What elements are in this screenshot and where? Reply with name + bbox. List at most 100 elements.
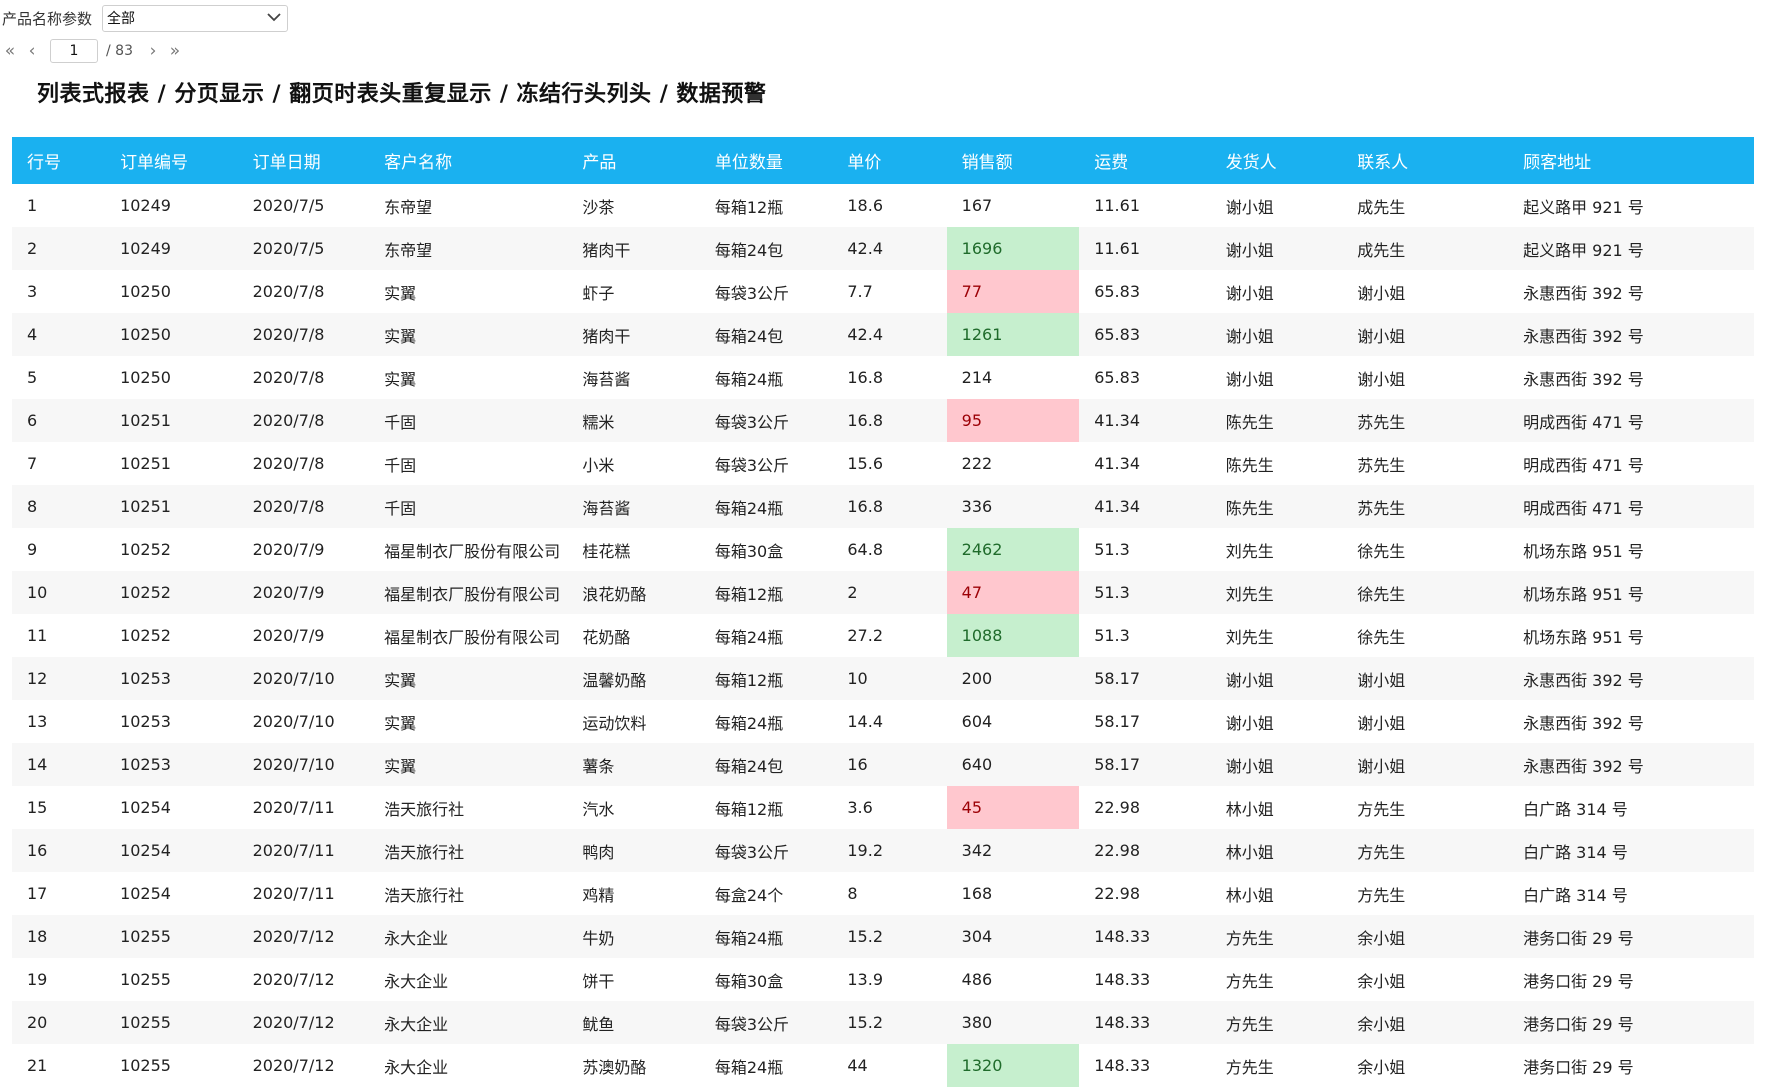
cell-shipper: 陈先生	[1225, 498, 1274, 518]
cell-sales-amount: 640	[961, 755, 993, 774]
cell-product: 花奶酪	[582, 627, 631, 647]
cell-freight: 51.3	[1094, 540, 1130, 559]
cell-unit-price: 2	[847, 583, 858, 602]
cell-order-date: 2020/7/9	[252, 540, 325, 559]
cell-contact: 余小姐	[1357, 1057, 1406, 1077]
cell-unit-price: 42.4	[847, 325, 883, 344]
cell-row-number: 11	[27, 626, 48, 645]
product-filter-select[interactable]: 全部	[102, 4, 289, 32]
cell-freight: 41.34	[1094, 411, 1140, 430]
cell-contact: 成先生	[1357, 197, 1406, 217]
product-filter-label: 产品名称参数	[2, 9, 93, 28]
table-row: 5 10250 2020/7/8 实翼 海苔酱 每箱24瓶 16.8 214 65.83 谢小姐 谢…	[12, 356, 1754, 399]
cell-unit-price: 10	[847, 669, 868, 688]
cell-sales-amount: 1320	[946, 1044, 1080, 1087]
cell-customer-name: 福星制衣厂股份有限公司	[384, 584, 561, 604]
cell-customer-name: 实翼	[384, 670, 417, 690]
cell-shipper: 刘先生	[1225, 541, 1274, 561]
cell-row-number: 8	[27, 497, 38, 516]
cell-customer-address: 港务口街 29 号	[1523, 971, 1634, 991]
cell-order-date: 2020/7/12	[252, 927, 335, 946]
cell-customer-name: 实翼	[384, 756, 417, 776]
cell-customer-name: 东帝望	[384, 240, 433, 260]
cell-customer-address: 港务口街 29 号	[1523, 1057, 1634, 1077]
report-table-container: 行号 订单编号 订单日期 客户名称 产品 单位数量 单价 销售额 运费 发货人 联系人 顾客地址 11…	[12, 137, 1754, 1087]
next-page-icon[interactable]: ›	[145, 41, 161, 61]
cell-row-number: 10	[27, 583, 48, 602]
cell-shipper: 刘先生	[1225, 627, 1274, 647]
cell-customer-name: 浩天旅行社	[384, 842, 465, 862]
cell-unit-price: 19.2	[847, 841, 883, 860]
cell-shipper: 方先生	[1225, 928, 1274, 948]
cell-order-id: 10250	[120, 325, 171, 344]
cell-freight: 11.61	[1094, 239, 1140, 258]
chevron-down-icon	[267, 11, 281, 26]
cell-freight: 22.98	[1094, 841, 1140, 860]
last-page-icon[interactable]: »	[167, 41, 183, 61]
cell-row-number: 9	[27, 540, 38, 559]
cell-customer-name: 永大企业	[384, 1014, 449, 1034]
cell-customer-address: 白广路 314 号	[1523, 885, 1628, 905]
cell-freight: 22.98	[1094, 798, 1140, 817]
cell-row-number: 5	[27, 368, 38, 387]
page-total: / 83	[106, 43, 133, 59]
cell-freight: 51.3	[1094, 583, 1130, 602]
cell-freight: 58.17	[1094, 712, 1140, 731]
table-row: 20 10255 2020/7/12 永大企业 鱿鱼 每袋3公斤 15.2 380 148.33…	[12, 1001, 1754, 1044]
cell-unit-price: 13.9	[847, 970, 883, 989]
cell-customer-address: 白广路 314 号	[1523, 799, 1628, 819]
cell-freight: 65.83	[1094, 325, 1140, 344]
cell-contact: 余小姐	[1357, 928, 1406, 948]
cell-unit-quantity: 每袋3公斤	[714, 455, 790, 475]
table-row: 19 10255 2020/7/12 永大企业 饼干 每箱30盒 13.9 486 148.33…	[12, 958, 1754, 1001]
cell-customer-name: 浩天旅行社	[384, 799, 465, 819]
cell-row-number: 14	[27, 755, 48, 774]
table-row: 9 10252 2020/7/9 福星制衣厂股份有限公司 桂花糕 每箱30盒 64.8 246…	[12, 528, 1754, 571]
cell-product: 小米	[582, 455, 615, 475]
cell-customer-address: 永惠西街 392 号	[1523, 283, 1644, 303]
table-row: 2 10249 2020/7/5 东帝望 猪肉干 每箱24包 42.4 1696 11.61 谢小…	[12, 227, 1754, 270]
table-row: 11 10252 2020/7/9 福星制衣厂股份有限公司 花奶酪 每箱24瓶 27.2 10…	[12, 614, 1754, 657]
cell-contact: 谢小姐	[1357, 326, 1406, 346]
cell-row-number: 1	[27, 196, 38, 215]
cell-shipper: 方先生	[1225, 971, 1274, 991]
cell-contact: 方先生	[1357, 799, 1406, 819]
cell-order-date: 2020/7/12	[252, 1056, 335, 1075]
cell-sales-amount: 167	[961, 196, 993, 215]
cell-order-id: 10253	[120, 712, 171, 731]
cell-contact: 方先生	[1357, 885, 1406, 905]
cell-unit-price: 44	[847, 1056, 868, 1075]
page-number-input[interactable]	[50, 39, 98, 63]
cell-row-number: 12	[27, 669, 48, 688]
cell-row-number: 3	[27, 282, 38, 301]
cell-unit-price: 7.7	[847, 282, 873, 301]
cell-product: 鸭肉	[582, 842, 615, 862]
cell-customer-address: 机场东路 951 号	[1523, 541, 1644, 561]
cell-order-date: 2020/7/11	[252, 884, 335, 903]
cell-customer-address: 白广路 314 号	[1523, 842, 1628, 862]
cell-freight: 41.34	[1094, 497, 1140, 516]
cell-customer-name: 实翼	[384, 326, 417, 346]
column-header-customer-name: 客户名称	[384, 153, 453, 173]
cell-freight: 41.34	[1094, 454, 1140, 473]
first-page-icon[interactable]: «	[2, 41, 18, 61]
cell-customer-address: 港务口街 29 号	[1523, 928, 1634, 948]
cell-unit-price: 3.6	[847, 798, 873, 817]
prev-page-icon[interactable]: ‹	[24, 41, 40, 61]
cell-order-id: 10249	[120, 239, 171, 258]
cell-unit-price: 18.6	[847, 196, 883, 215]
cell-shipper: 谢小姐	[1225, 240, 1274, 260]
cell-customer-address: 港务口街 29 号	[1523, 1014, 1634, 1034]
cell-customer-name: 福星制衣厂股份有限公司	[384, 627, 561, 647]
cell-order-date: 2020/7/8	[252, 497, 325, 516]
cell-product: 猪肉干	[582, 326, 631, 346]
cell-row-number: 4	[27, 325, 38, 344]
cell-row-number: 6	[27, 411, 38, 430]
cell-customer-address: 永惠西街 392 号	[1523, 713, 1644, 733]
cell-product: 沙茶	[582, 197, 615, 217]
table-row: 14 10253 2020/7/10 实翼 薯条 每箱24包 16 640 58.17 谢小姐 谢小…	[12, 743, 1754, 786]
cell-customer-name: 福星制衣厂股份有限公司	[384, 541, 561, 561]
cell-customer-address: 永惠西街 392 号	[1523, 670, 1644, 690]
column-header-product: 产品	[582, 153, 617, 173]
cell-customer-name: 永大企业	[384, 971, 449, 991]
